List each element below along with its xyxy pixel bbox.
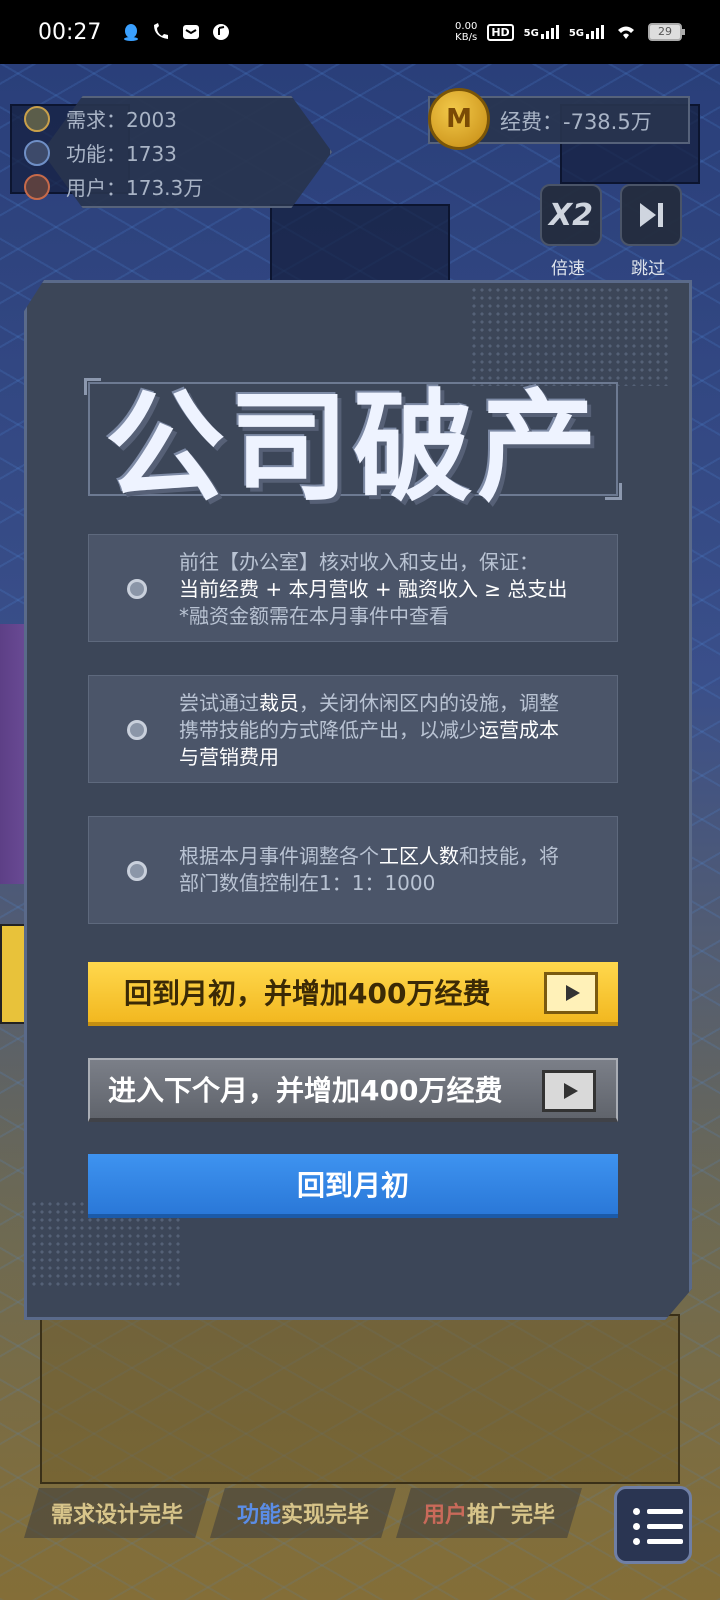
speed-caption: 倍速	[551, 259, 585, 279]
menu-line	[647, 1524, 683, 1529]
message-icon	[183, 25, 200, 39]
menu-line	[647, 1509, 683, 1514]
hint-option-2-text: 尝试通过裁员，关闭休闲区内的设施，调整 携带技能的方式降低产出，以减少运营成本 …	[179, 690, 597, 771]
menu-list-icon	[633, 1508, 640, 1515]
missed-call-icon	[154, 23, 169, 39]
menu-line	[647, 1539, 683, 1544]
funds-value: 经费：-738.5万	[500, 110, 652, 134]
hint-formula: 当前经费 + 本月营收 + 融资收入 ≥ 总支出	[179, 577, 568, 601]
stat-function: 功能：1733	[24, 138, 177, 167]
status-right: 0.00 KB/s HD 5G 5G 29	[455, 21, 685, 43]
stat-demand: 需求：2003	[24, 104, 177, 133]
hint-segment: 根据本月事件调整各个	[179, 844, 379, 868]
tab-label-accent: 用户	[422, 1503, 467, 1528]
hint-highlight: 与营销费用	[179, 745, 279, 769]
network-speed-unit: KB/s	[455, 32, 478, 43]
status-bar: 00:27 0.00 KB/s HD 5G 5G 29	[0, 0, 720, 64]
status-time: 00:27	[38, 19, 102, 45]
hint-note: *融资金额需在本月事件中查看	[179, 604, 449, 628]
signal-2: 5G	[569, 25, 604, 39]
hint-highlight: 运营成本	[479, 718, 559, 742]
notification-icons	[121, 22, 231, 42]
speed-button[interactable]: X2	[540, 184, 602, 246]
hint-line: 根据本月事件调整各个工区人数和技能，将	[179, 843, 597, 870]
battery-indicator: 29	[648, 23, 685, 41]
skip-icon	[640, 203, 663, 227]
skip-button[interactable]	[620, 184, 682, 246]
hint-line: 尝试通过裁员，关闭休闲区内的设施，调整	[179, 690, 597, 717]
radio-indicator	[127, 861, 147, 881]
video-ad-icon	[542, 1070, 596, 1112]
hint-option-1-text: 前往【办公室】核对收入和支出，保证： 当前经费 + 本月营收 + 融资收入 ≥ …	[179, 549, 597, 630]
background-room	[40, 1314, 680, 1484]
hint-option-3-text: 根据本月事件调整各个工区人数和技能，将 部门数值控制在1：1：1000	[179, 843, 597, 897]
hint-line: 部门数值控制在1：1：1000	[179, 871, 436, 895]
lightbulb-icon	[24, 105, 50, 132]
next-month-bonus-button[interactable]: 进入下个月，并增加400万经费	[88, 1058, 618, 1122]
hint-option-3[interactable]: 根据本月事件调整各个工区人数和技能，将 部门数值控制在1：1：1000	[88, 816, 618, 924]
button-label: 回到月初，并增加400万经费	[124, 977, 491, 1010]
music-app-icon	[213, 24, 230, 40]
tab-label-accent: 功能	[236, 1503, 281, 1528]
hint-highlight: 裁员	[259, 691, 299, 715]
hint-option-1[interactable]: 前往【办公室】核对收入和支出，保证： 当前经费 + 本月营收 + 融资收入 ≥ …	[88, 534, 618, 642]
stat-users: 用户：173.3万	[24, 172, 204, 201]
wrench-icon	[24, 139, 50, 166]
hint-line: 前往【办公室】核对收入和支出，保证：	[179, 550, 539, 574]
network-speed-value: 0.00	[455, 21, 478, 32]
video-ad-icon	[544, 972, 598, 1014]
menu-dot	[633, 1523, 640, 1530]
hint-highlight: 工区人数	[379, 844, 459, 868]
demand-value: 需求：2003	[66, 108, 177, 132]
users-value: 用户：173.3万	[66, 176, 204, 200]
hint-segment: 携带技能的方式降低产出，以减少	[179, 718, 479, 742]
menu-dot	[633, 1538, 640, 1545]
back-to-month-start-button[interactable]: 回到月初	[88, 1154, 618, 1218]
tab-user-promotion[interactable]: 用户 推广完毕	[396, 1488, 582, 1538]
hint-segment: 和技能，将	[459, 844, 559, 868]
skip-caption: 跳过	[631, 259, 665, 279]
signal-1: 5G	[524, 25, 559, 39]
hint-option-2[interactable]: 尝试通过裁员，关闭休闲区内的设施，调整 携带技能的方式降低产出，以减少运营成本 …	[88, 675, 618, 783]
tab-demand-design[interactable]: 需求 设计完毕	[24, 1488, 210, 1538]
signal-1-label: 5G	[523, 28, 539, 39]
hint-line: 携带技能的方式降低产出，以减少运营成本	[179, 717, 597, 744]
tab-label: 设计完毕	[95, 1503, 184, 1528]
coin-icon: M	[428, 88, 490, 150]
hint-segment: 尝试通过	[179, 691, 259, 715]
hd-badge: HD	[487, 23, 514, 41]
back-to-month-start-bonus-button[interactable]: 回到月初，并增加400万经费	[88, 962, 618, 1026]
tab-label-accent: 需求	[50, 1503, 95, 1528]
radio-indicator	[127, 720, 147, 740]
button-label: 回到月初	[296, 1169, 409, 1202]
radio-indicator	[127, 579, 147, 599]
button-label: 进入下个月，并增加400万经费	[108, 1074, 503, 1107]
network-speed: 0.00 KB/s	[455, 21, 477, 43]
person-icon	[24, 173, 50, 200]
tab-label: 推广完毕	[467, 1503, 556, 1528]
main-menu-button[interactable]	[614, 1486, 692, 1564]
signal-2-label: 5G	[568, 28, 584, 39]
dialog-title: 公司破产	[105, 379, 601, 518]
tab-label: 实现完毕	[281, 1503, 370, 1528]
wifi-icon	[618, 26, 634, 39]
qq-icon	[124, 24, 139, 41]
function-value: 功能：1733	[66, 142, 177, 166]
hint-segment: ，关闭休闲区内的设施，调整	[299, 691, 559, 715]
tab-function-implement[interactable]: 功能 实现完毕	[210, 1488, 396, 1538]
